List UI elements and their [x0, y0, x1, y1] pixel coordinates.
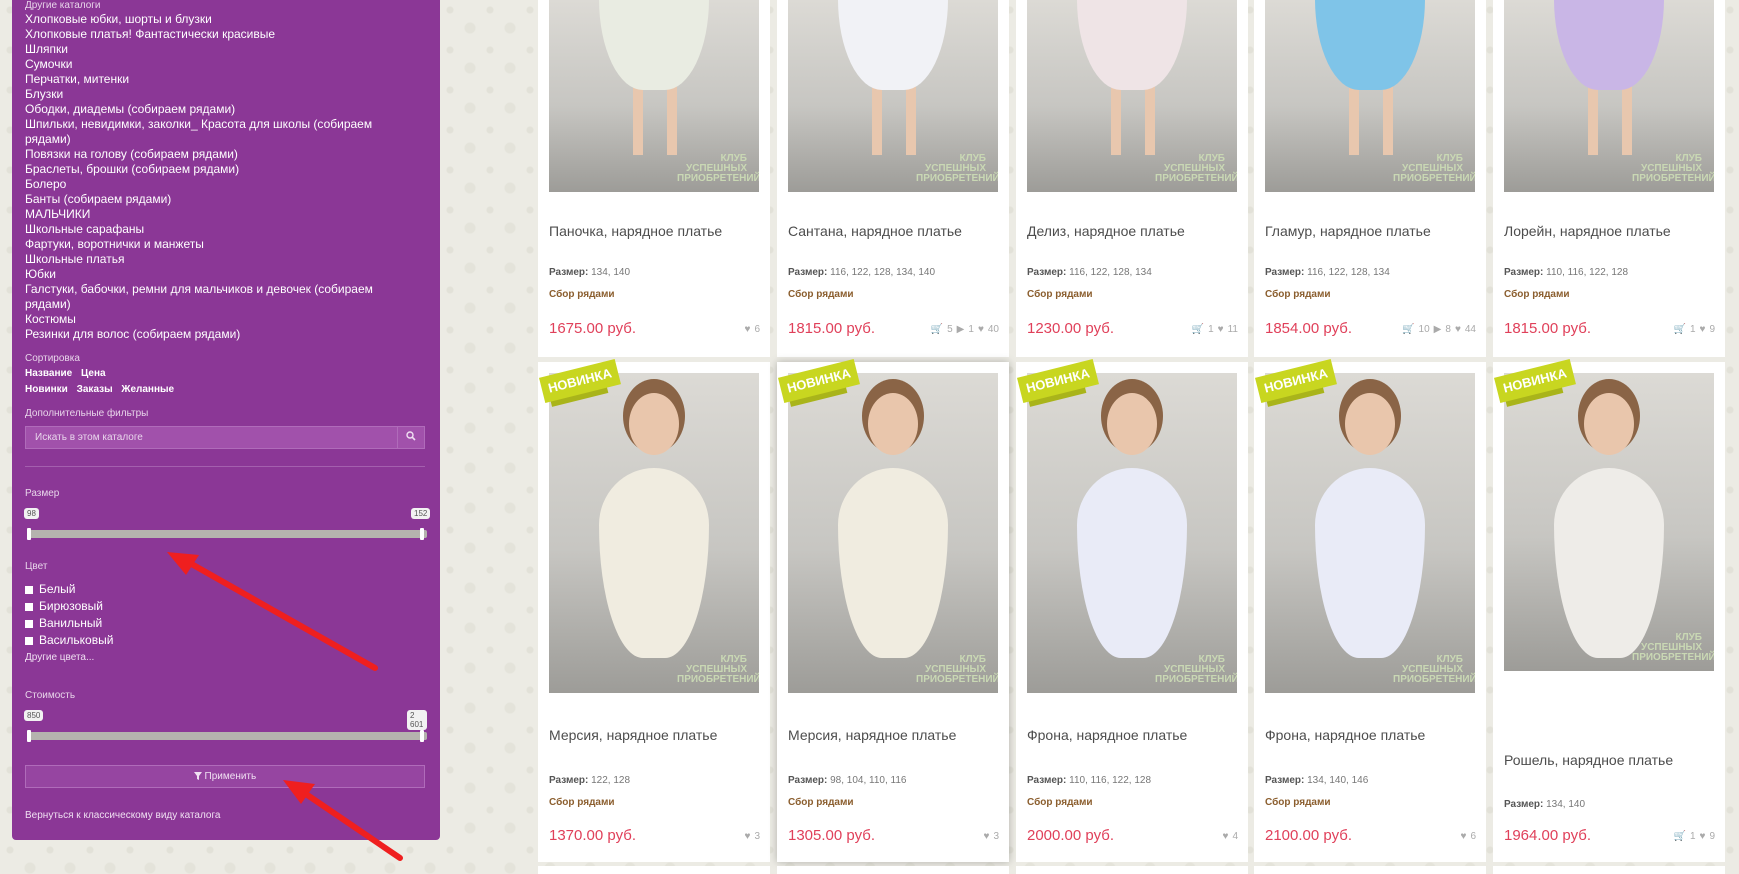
- annotation-arrows: [167, 552, 403, 861]
- annotation-arrow: [297, 787, 403, 861]
- annotation-arrow: [185, 559, 378, 671]
